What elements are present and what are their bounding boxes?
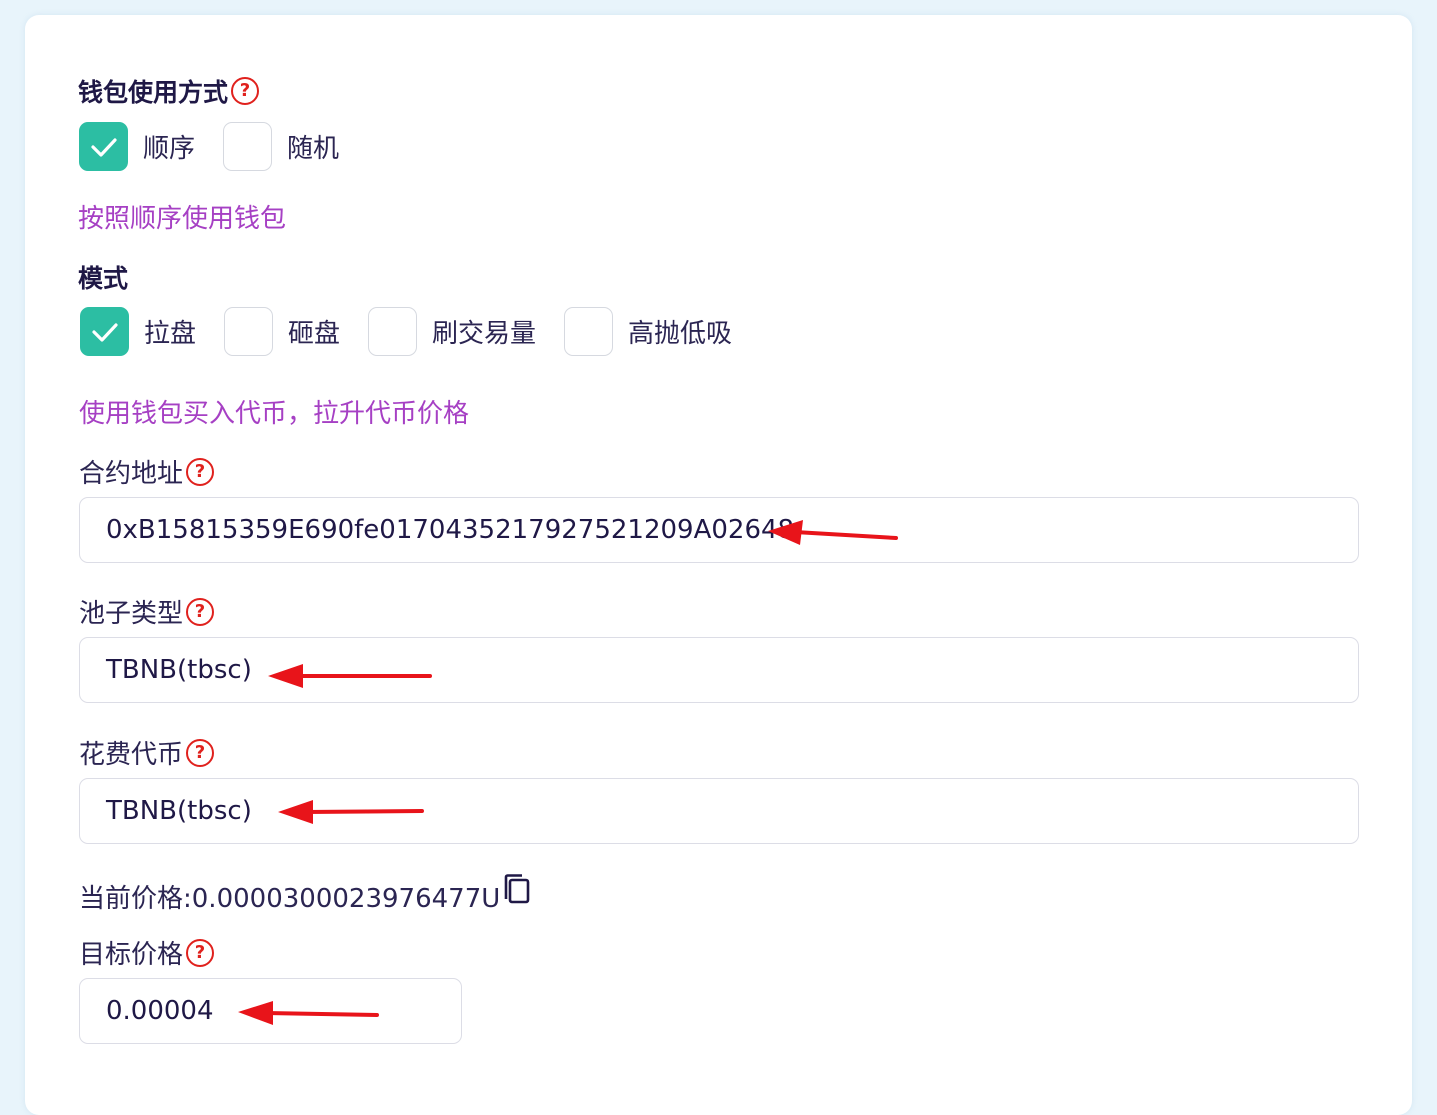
target-price-input[interactable]: 0.00004 (79, 978, 462, 1044)
option-label: 拉盘 (144, 319, 197, 349)
target-price-value: 0.00004 (106, 996, 214, 1026)
option-label: 随机 (287, 134, 340, 164)
checkbox-unchecked[interactable] (224, 307, 274, 356)
current-price-text: 当前价格:0.0000300023976477U (79, 884, 501, 914)
spend-token-value: TBNB(tbsc) (106, 796, 252, 826)
copy-icon[interactable] (502, 873, 532, 907)
target-price-label-text: 目标价格 (79, 940, 184, 970)
spend-token-select[interactable]: TBNB(tbsc) (79, 778, 1359, 844)
pool-type-value: TBNB(tbsc) (106, 655, 252, 685)
contract-address-label: 合约地址 ? (79, 453, 215, 490)
option-label: 高抛低吸 (628, 319, 733, 349)
mode-title: 模式 (78, 259, 128, 295)
contract-address-label-text: 合约地址 (79, 459, 184, 489)
settings-card: 钱包使用方式 ? 顺序 随机 按照顺序使用钱包 模式 拉盘 砸盘 刷交易量 高抛… (25, 15, 1412, 1115)
question-circle-icon[interactable]: ? (186, 738, 215, 767)
wallet-usage-option-random[interactable]: 随机 (223, 122, 339, 171)
wallet-usage-title-text: 钱包使用方式 (78, 78, 229, 107)
mode-title-text: 模式 (78, 264, 129, 293)
question-circle-icon[interactable]: ? (186, 938, 215, 967)
current-price-line: 当前价格:0.0000300023976477U (79, 873, 532, 915)
pool-type-select[interactable]: TBNB(tbsc) (79, 637, 1359, 703)
wallet-usage-options: 顺序 随机 (79, 122, 367, 171)
pool-type-label-text: 池子类型 (79, 599, 184, 629)
wallet-usage-title: 钱包使用方式 ? (78, 73, 260, 109)
question-circle-icon[interactable]: ? (186, 457, 215, 486)
mode-option-pump[interactable]: 拉盘 (80, 307, 196, 356)
spend-token-label: 花费代币 ? (79, 734, 215, 771)
spend-token-label-text: 花费代币 (79, 740, 184, 770)
checkmark-icon (90, 137, 117, 157)
checkbox-checked[interactable] (80, 307, 129, 356)
question-circle-icon[interactable]: ? (186, 597, 215, 626)
mode-option-swing[interactable]: 高抛低吸 (564, 307, 732, 356)
contract-address-value: 0xB15815359E690fe0170435217927521209A026… (106, 515, 795, 545)
option-label: 刷交易量 (432, 319, 537, 349)
checkmark-icon (91, 322, 118, 342)
option-label: 砸盘 (288, 319, 341, 349)
checkbox-unchecked[interactable] (223, 122, 273, 171)
contract-address-input[interactable]: 0xB15815359E690fe0170435217927521209A026… (79, 497, 1359, 563)
wallet-usage-option-sequential[interactable]: 顺序 (79, 122, 195, 171)
checkbox-checked[interactable] (79, 122, 128, 171)
pool-type-label: 池子类型 ? (79, 593, 215, 630)
mode-hint: 使用钱包买入代币，拉升代币价格 (79, 399, 470, 429)
wallet-usage-hint: 按照顺序使用钱包 (78, 204, 287, 234)
option-label: 顺序 (143, 134, 196, 164)
checkbox-unchecked[interactable] (564, 307, 614, 356)
mode-option-volume[interactable]: 刷交易量 (368, 307, 536, 356)
mode-options: 拉盘 砸盘 刷交易量 高抛低吸 (80, 307, 760, 356)
target-price-label: 目标价格 ? (79, 934, 215, 971)
mode-option-dump[interactable]: 砸盘 (224, 307, 340, 356)
checkbox-unchecked[interactable] (368, 307, 418, 356)
question-circle-icon[interactable]: ? (231, 77, 260, 105)
